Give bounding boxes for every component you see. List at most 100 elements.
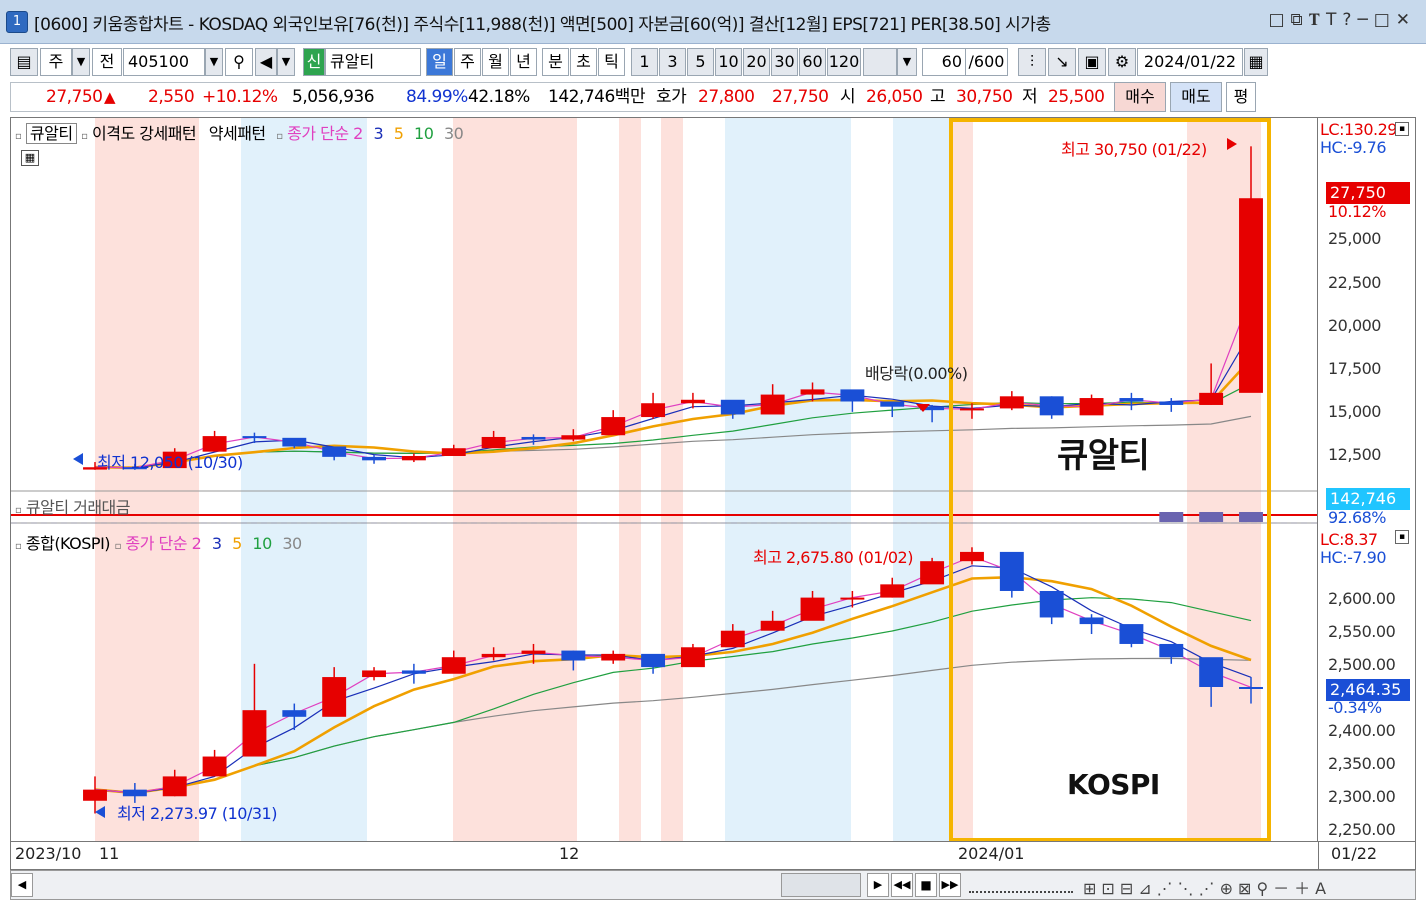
volume-bar-0 (1159, 512, 1184, 522)
rewind-icon[interactable]: ◀◀ (891, 873, 913, 897)
eval-button[interactable]: 평 (1226, 82, 1256, 112)
lower-ma-5: 5 (232, 534, 242, 553)
lower-candle-20 (880, 584, 905, 598)
current-price: 27,750 (46, 87, 103, 107)
lower-hc: HC:-7.90 (1320, 548, 1387, 567)
period-year[interactable]: 년 (510, 48, 537, 76)
x-axis-track (11, 842, 1319, 870)
zoom-slider[interactable] (969, 877, 1073, 893)
bg-zone-3 (619, 118, 641, 841)
forward-icon[interactable]: ▶▶ (939, 873, 961, 897)
upper-candle-8 (401, 455, 426, 461)
upper-ma-label[interactable]: 종가 단순 (287, 124, 349, 143)
maximize-icon[interactable]: □ (1374, 10, 1396, 30)
candle-settings-icon[interactable]: ⫶ (1018, 48, 1046, 76)
interval-5[interactable]: 5 (687, 48, 714, 76)
interval-120[interactable]: 120 (827, 48, 861, 76)
lower-candle-9 (441, 657, 466, 674)
speaker-dropdown-icon[interactable]: ▼ (277, 48, 295, 76)
layout-icon[interactable]: ▤ (10, 48, 38, 76)
code-dropdown-icon[interactable]: ▼ (205, 48, 223, 76)
volume-legend-label[interactable]: 큐알티 거래대금 (26, 498, 131, 517)
interval-3[interactable]: 3 (659, 48, 686, 76)
window-number-badge[interactable]: 1 (6, 11, 28, 33)
upper-tick-3: 17,500 (1328, 359, 1381, 378)
count-input[interactable]: 60 (922, 48, 966, 76)
upper-candle-6 (322, 446, 347, 457)
ask-2: 27,750 (772, 87, 829, 107)
prev-button[interactable]: 전 (92, 48, 122, 76)
stop-icon[interactable]: ■ (915, 873, 937, 897)
sell-button[interactable]: 매도 (1170, 82, 1222, 112)
ratio-2: 42.18% (468, 87, 530, 107)
upper-ma-30: 30 (443, 124, 464, 143)
window-controls[interactable]: □⧉𝐓T?─□✕ (1268, 10, 1416, 30)
interval-20[interactable]: 20 (743, 48, 770, 76)
code-input[interactable]: 405100 (123, 48, 205, 76)
lower-ma-label[interactable]: 종가 단순 (126, 534, 188, 553)
type-select[interactable]: 주 (40, 48, 72, 76)
interval-60[interactable]: 60 (799, 48, 826, 76)
stock-name-field[interactable]: 큐알티 (325, 48, 421, 76)
lower-candle-0 (83, 789, 107, 801)
lower-candle-2 (162, 776, 187, 797)
interval-10[interactable]: 10 (715, 48, 742, 76)
chart-area[interactable]: ▫ 큐알티 ▫ 이격도 강세패턴 약세패턴 ▫ 종가 단순 2 3 5 10 3… (10, 117, 1318, 842)
lower-ma-30: 30 (282, 534, 302, 553)
speaker-icon[interactable]: ◀ (255, 48, 277, 76)
volume-pct: 92.68% (1328, 508, 1387, 527)
drawing-tools-icons[interactable]: ⊞⊡⊟⊿⋰⋱⋰⊕⊠⚲－＋A (1083, 875, 1331, 899)
upper-legend-item-2[interactable]: 약세패턴 (209, 124, 266, 143)
period-tick[interactable]: 틱 (598, 48, 625, 76)
table-icon[interactable]: ▦ (21, 150, 39, 166)
upper-legend-name[interactable]: 큐알티 (25, 123, 77, 144)
help-icon[interactable]: ? (1342, 10, 1357, 30)
drawing-tool-icon[interactable]: ↘ (1048, 48, 1076, 76)
upper-candle-20 (880, 401, 905, 407)
search-icon[interactable]: ⚲ (225, 48, 253, 76)
font-icon[interactable]: T (1326, 10, 1342, 30)
bottom-toolbar: ◀ ▶ ◀◀ ■ ▶▶ ⊞⊡⊟⊿⋰⋱⋰⊕⊠⚲－＋A (10, 870, 1416, 900)
upper-min-note: 최저 12,050 (10/30) (97, 453, 243, 472)
window-title: [0600] 키움종합차트 - KOSDAQ 외국인보유[76(천)] 주식수[… (34, 15, 1051, 35)
lower-ma-2: 2 (191, 534, 202, 553)
minimize-icon[interactable]: ─ (1357, 10, 1373, 30)
interval-30[interactable]: 30 (771, 48, 798, 76)
custom-interval-dropdown-icon[interactable]: ▼ (897, 48, 917, 76)
calendar-icon[interactable]: ▦ (1244, 48, 1268, 76)
upper-ma-5: 5 (393, 124, 404, 143)
period-month[interactable]: 월 (482, 48, 509, 76)
upper-min-arrow (73, 453, 83, 465)
scroll-left-icon[interactable]: ◀ (11, 873, 33, 897)
window-control-2[interactable]: ⧉ (1291, 10, 1309, 30)
scrollbar-thumb[interactable] (781, 873, 861, 897)
period-week[interactable]: 주 (454, 48, 481, 76)
period-day[interactable]: 일 (426, 48, 453, 76)
lower-candle-18 (800, 597, 825, 621)
save-icon[interactable]: ▣ (1078, 48, 1106, 76)
upper-candle-13 (601, 417, 626, 436)
upper-candle-9 (441, 448, 466, 456)
interval-1[interactable]: 1 (631, 48, 658, 76)
chevron-down-icon[interactable]: ▼ (72, 48, 90, 76)
panel-settings-icon[interactable]: ▪ (1395, 530, 1409, 544)
pin-icon[interactable]: 𝐓 (1309, 10, 1326, 30)
scroll-right-icon[interactable]: ▶ (867, 873, 889, 897)
period-second[interactable]: 초 (570, 48, 597, 76)
close-icon[interactable]: ✕ (1396, 10, 1416, 30)
y-axis: LC:130.29 HC:-9.76 27,750 10.12% 25,000 … (1318, 117, 1416, 842)
lower-candle-6 (322, 677, 347, 717)
upper-price-tag: 27,750 (1326, 182, 1410, 204)
lower-candle-11 (521, 650, 546, 654)
panel-settings-icon-top[interactable]: ▪ (1395, 122, 1409, 136)
period-minute[interactable]: 분 (542, 48, 569, 76)
window-control-1[interactable]: □ (1268, 10, 1290, 30)
date-input[interactable]: 2024/01/22 (1137, 48, 1243, 76)
lower-legend-name[interactable]: 종합(KOSPI) (26, 534, 111, 553)
gear-icon[interactable]: ⚙ (1108, 48, 1136, 76)
custom-interval-input[interactable] (863, 48, 897, 76)
upper-legend-item-1[interactable]: 이격도 강세패턴 (92, 124, 197, 143)
buy-button[interactable]: 매수 (1114, 82, 1166, 112)
ask-label: 호가 (656, 87, 687, 107)
low-price: 25,500 (1048, 87, 1105, 107)
